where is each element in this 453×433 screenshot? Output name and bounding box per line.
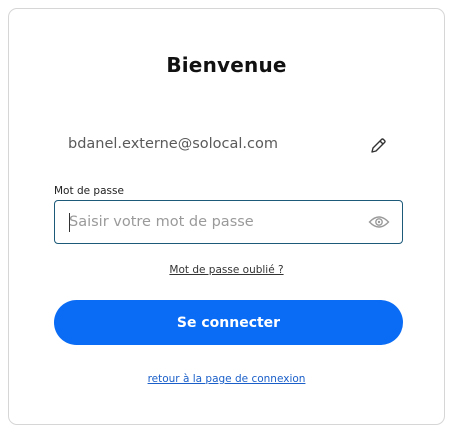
login-card: Bienvenue bdanel.externe@solocal.com Mot…: [8, 8, 445, 425]
account-email: bdanel.externe@solocal.com: [68, 136, 279, 152]
eye-icon[interactable]: [368, 213, 390, 231]
forgot-password-row: Mot de passe oublié ?: [9, 258, 444, 277]
account-row: bdanel.externe@solocal.com: [68, 135, 398, 159]
login-button[interactable]: Se connecter: [54, 300, 403, 345]
back-link-row: retour à la page de connexion: [9, 367, 444, 386]
pencil-icon[interactable]: [367, 135, 389, 157]
page-title: Bienvenue: [166, 53, 287, 77]
password-label: Mot de passe: [54, 185, 124, 197]
text-caret: [69, 213, 70, 232]
password-input[interactable]: [69, 201, 359, 243]
back-to-login-link[interactable]: retour à la page de connexion: [148, 373, 306, 385]
forgot-password-link[interactable]: Mot de passe oublié ?: [169, 264, 283, 276]
password-field[interactable]: [54, 200, 403, 244]
